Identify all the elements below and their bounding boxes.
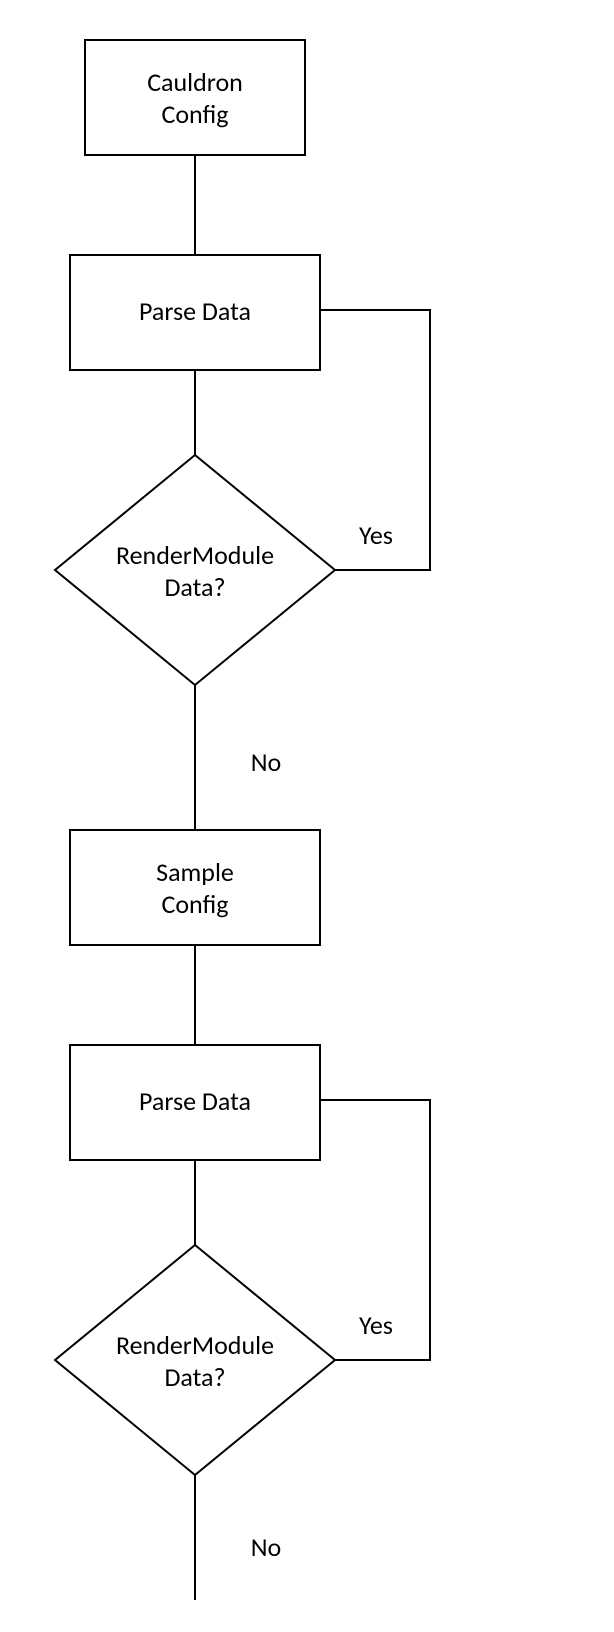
node-label: Cauldron [147,66,243,98]
node-label: Parse Data [139,1085,251,1117]
node-label: Data? [164,1361,225,1393]
node-cauldron-config: Cauldron Config [85,40,305,155]
edge-label-no: No [251,746,282,778]
edge-label-yes: Yes [359,1309,393,1341]
edge-label-yes: Yes [359,519,393,551]
flowchart-canvas: Cauldron Config Parse Data RenderModule … [0,0,614,1632]
node-decision-rendermodule-1: RenderModule Data? [55,455,335,685]
node-label: RenderModule [116,539,274,571]
node-label: Parse Data [139,295,251,327]
node-label: RenderModule [116,1329,274,1361]
node-sample-config: Sample Config [70,830,320,945]
node-parse-data-1: Parse Data [70,255,320,370]
edge-label-no: No [251,1531,282,1563]
node-label: Config [161,888,228,920]
node-decision-rendermodule-2: RenderModule Data? [55,1245,335,1475]
node-label: Sample [156,856,234,888]
node-label: Config [161,98,228,130]
node-label: Data? [164,571,225,603]
node-parse-data-2: Parse Data [70,1045,320,1160]
